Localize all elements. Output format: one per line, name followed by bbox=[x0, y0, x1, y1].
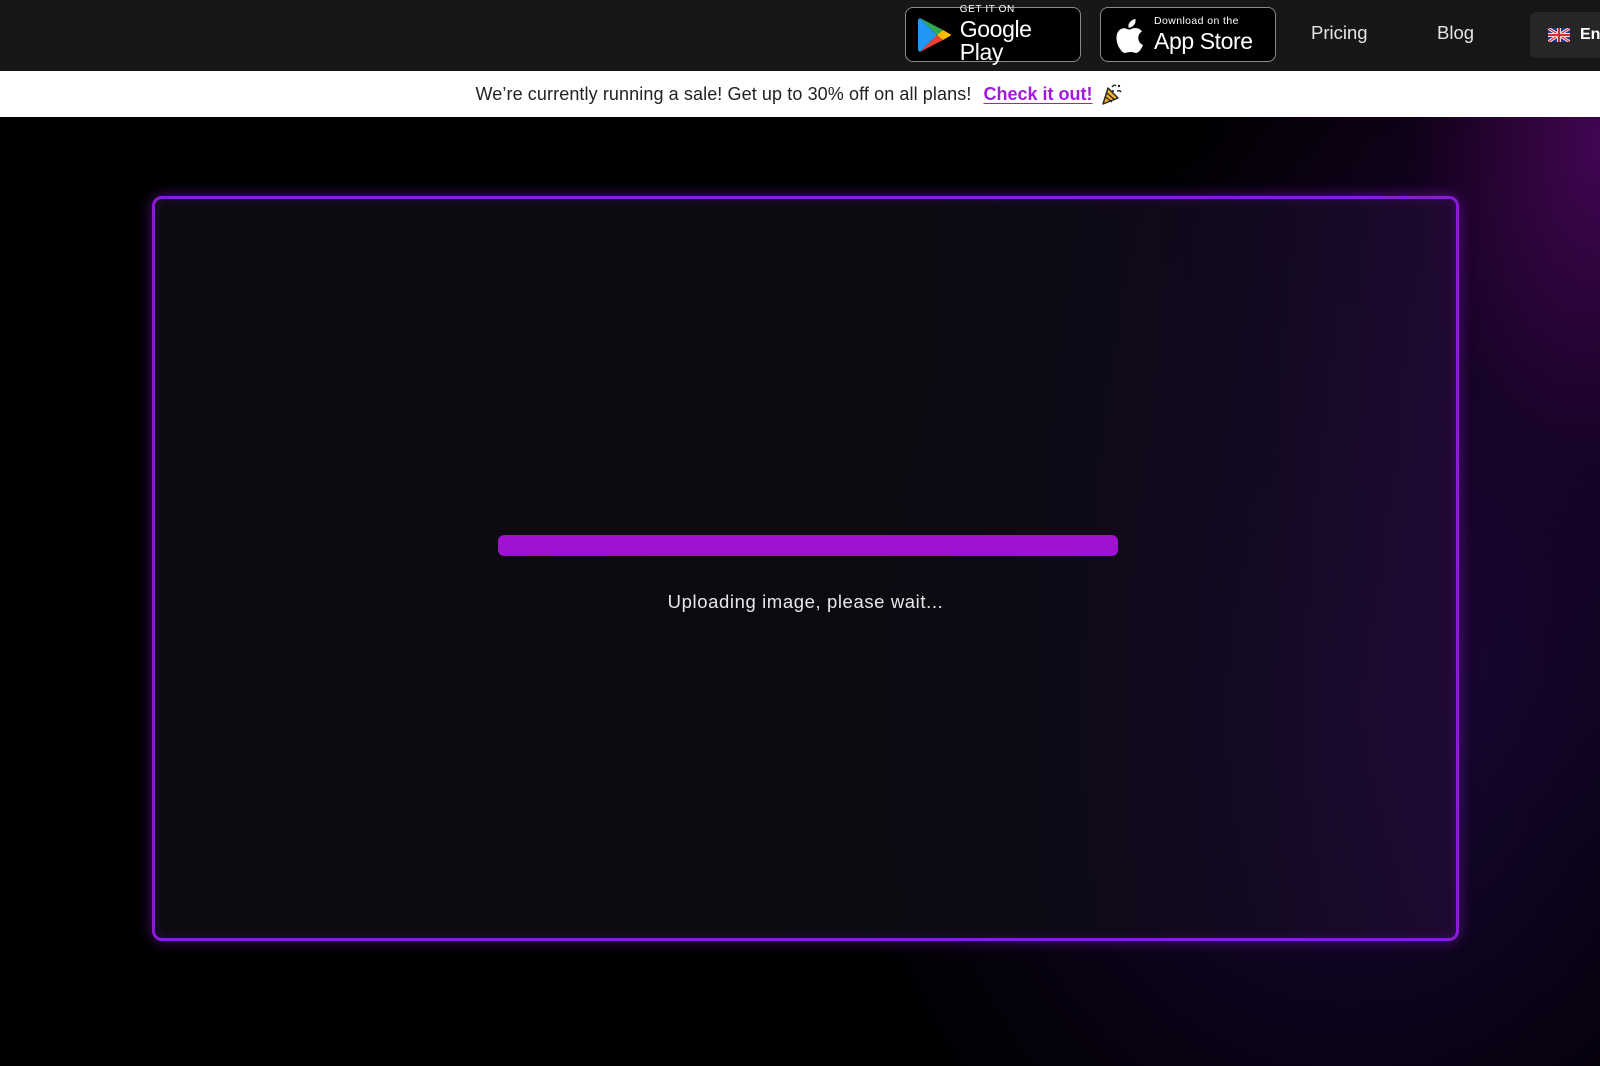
app-store-badge[interactable]: Download on the App Store bbox=[1100, 7, 1276, 62]
google-play-badge[interactable]: GET IT ON Google Play bbox=[905, 4, 1081, 65]
app-store-small-label: Download on the bbox=[1154, 15, 1239, 28]
nav-pricing-link[interactable]: Pricing bbox=[1311, 22, 1368, 44]
upload-status-text: Uploading image, please wait... bbox=[667, 591, 944, 612]
google-play-label: Google Play bbox=[959, 16, 1032, 65]
top-navigation-bar: GET IT ON Google Play Download on the Ap… bbox=[0, 0, 1600, 71]
app-store-label: App Store bbox=[1154, 27, 1253, 54]
google-play-small-label: GET IT ON bbox=[959, 4, 1015, 15]
language-label: En bbox=[1580, 26, 1600, 43]
google-play-icon bbox=[917, 17, 953, 53]
check-it-out-link[interactable]: Check it out! bbox=[983, 84, 1092, 105]
party-popper-icon bbox=[1100, 82, 1124, 106]
uk-flag-icon bbox=[1548, 28, 1570, 42]
upload-panel: Uploading image, please wait... bbox=[152, 196, 1459, 941]
upload-progress-fill bbox=[498, 535, 1118, 556]
main-content: Uploading image, please wait... bbox=[0, 117, 1600, 1066]
apple-icon bbox=[1113, 16, 1147, 54]
language-selector[interactable]: En bbox=[1530, 12, 1600, 58]
sale-banner-text: We’re currently running a sale! Get up t… bbox=[475, 83, 972, 104]
sale-banner: We’re currently running a sale! Get up t… bbox=[0, 71, 1600, 117]
upload-progress-bar bbox=[498, 535, 1118, 556]
nav-blog-link[interactable]: Blog bbox=[1437, 22, 1474, 44]
